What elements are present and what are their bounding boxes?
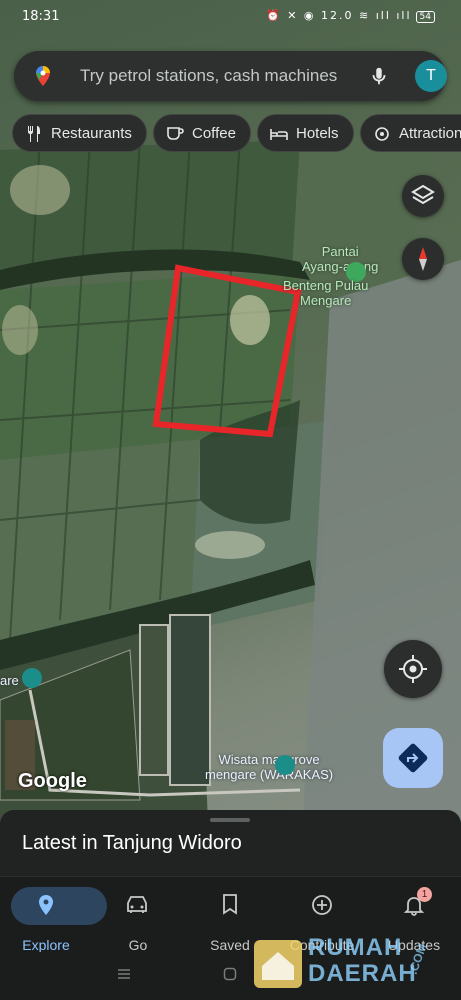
clock: 18:31	[22, 9, 60, 24]
home-icon[interactable]	[223, 967, 237, 981]
battery-icon: 54	[415, 11, 435, 23]
house-logo-icon	[254, 940, 302, 988]
crosshair-icon	[399, 655, 427, 683]
camera-place-icon-left[interactable]	[22, 668, 42, 688]
bottom-sheet[interactable]: Latest in Tanjung Widoro	[0, 810, 461, 876]
layers-icon	[411, 184, 435, 205]
map-label-pantai[interactable]: Pantai Ayang-ayang	[302, 244, 378, 274]
layers-button[interactable]	[402, 175, 444, 217]
search-bar[interactable]: Try petrol stations, cash machines T	[14, 51, 447, 101]
chip-hotels[interactable]: Hotels	[257, 114, 354, 152]
maps-pin-icon	[36, 66, 50, 86]
sheet-title: Latest in Tanjung Widoro	[22, 832, 242, 854]
car-icon	[127, 896, 147, 913]
location-pin-icon	[39, 895, 53, 915]
chip-coffee[interactable]: Coffee	[153, 114, 251, 152]
map-label-benteng[interactable]: Benteng Pulau Mengare	[283, 278, 368, 308]
account-avatar[interactable]: T	[415, 60, 447, 92]
compass-icon	[419, 247, 427, 271]
watermark-line2: DAERAH	[308, 960, 417, 987]
coffee-cup-icon	[167, 127, 184, 140]
updates-badge: 1	[417, 887, 432, 902]
watermark: RUMAH DAERAH .COM	[252, 934, 452, 994]
map-label-wisata[interactable]: Wisata mangrove mengare (WARAKAS)	[205, 752, 333, 782]
cutlery-icon	[28, 126, 40, 142]
bookmark-icon	[223, 894, 237, 915]
add-circle-icon	[312, 895, 332, 915]
nav-explore[interactable]: Explore	[0, 887, 107, 953]
watermark-suffix: .COM	[405, 941, 430, 977]
chip-attractions[interactable]: Attraction	[360, 114, 461, 152]
bed-icon	[270, 129, 288, 140]
watermark-line1: RUMAH	[308, 934, 403, 961]
recent-apps-icon[interactable]	[117, 968, 131, 980]
attraction-icon	[375, 127, 389, 141]
map-label-left[interactable]: are	[0, 673, 19, 688]
directions-icon	[398, 743, 428, 773]
sheet-handle[interactable]	[210, 818, 250, 822]
camera-place-icon[interactable]	[275, 755, 295, 775]
directions-button[interactable]	[383, 728, 443, 788]
chip-restaurants[interactable]: Restaurants	[12, 114, 147, 152]
status-icons: ⏰ ✕ ◉ 12.0 ≋ ıll ıll 54	[266, 9, 435, 23]
status-bar: 18:31 ⏰ ✕ ◉ 12.0 ≋ ıll ıll 54	[0, 0, 461, 36]
search-input[interactable]: Try petrol stations, cash machines	[80, 66, 337, 86]
nav-go[interactable]: Go	[93, 887, 183, 953]
my-location-button[interactable]	[384, 640, 442, 698]
google-logo: Google	[18, 770, 87, 792]
microphone-icon[interactable]	[368, 64, 390, 88]
compass-button[interactable]	[402, 238, 444, 280]
